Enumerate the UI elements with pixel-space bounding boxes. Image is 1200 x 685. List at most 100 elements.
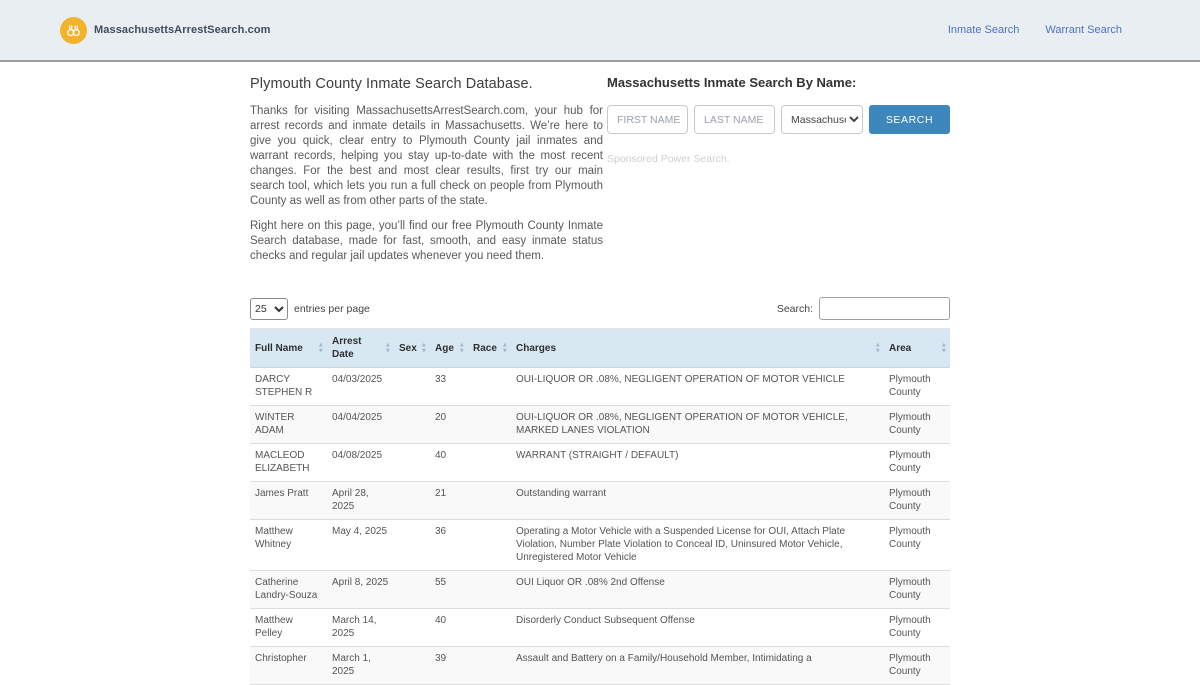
- cell-charges: WARRANT (STRAIGHT / DEFAULT): [511, 443, 884, 482]
- sort-arrows-icon: ▲ ▼: [501, 341, 508, 354]
- cell-arrest-date: April 8, 2025: [327, 570, 394, 609]
- cell-full-name: MACLEOD ELIZABETH: [250, 443, 327, 482]
- cell-arrest-date: March 1, 2025: [327, 646, 394, 685]
- cell-race: [468, 570, 511, 609]
- table-row: James Pratt April 28, 2025 21 Outstanding w…: [250, 481, 950, 520]
- cell-full-name: James Pratt: [250, 481, 327, 520]
- cell-area: Plymouth County: [884, 608, 950, 647]
- cell-sex: [394, 570, 430, 609]
- cell-age: 20: [430, 405, 468, 444]
- cell-age: 40: [430, 443, 468, 482]
- intro-paragraph-2: Right here on this page, you’ll find our…: [250, 220, 603, 262]
- search-form-heading: Massachusetts Inmate Search By Name:: [607, 75, 857, 90]
- cell-age: 21: [430, 481, 468, 520]
- brand-name: MassachusettsArrestSearch.com: [94, 24, 271, 36]
- cell-sex: [394, 608, 430, 647]
- sort-arrows-icon: ▲ ▼: [940, 341, 947, 354]
- sponsored-note: Sponsored Power Search.: [607, 153, 730, 165]
- column-header-full-name[interactable]: Full Name ▲ ▼: [250, 328, 327, 368]
- table-header-row: Full Name ▲ ▼ Arrest Date ▲ ▼ Sex ▲ ▼ Age ▲ ▼ Race ▲ ▼…: [250, 328, 950, 368]
- cell-full-name: Catherine Landry-Souza: [250, 570, 327, 609]
- column-label: Race: [473, 342, 497, 354]
- sort-arrows-icon: ▲ ▼: [317, 341, 324, 354]
- cell-arrest-date: March 14, 2025: [327, 608, 394, 647]
- intro-text-block: Plymouth County Inmate Search Database. …: [250, 70, 603, 274]
- cell-charges: OUI Liquor OR .08% 2nd Offense: [511, 570, 884, 609]
- table-row: WINTER ADAM 04/04/2025 20 OUI-LIQUOR OR .08…: [250, 405, 950, 444]
- entries-per-page-label: entries per page: [294, 302, 370, 315]
- table-row: Christopher March 1, 2025 39 Assault and Ba…: [250, 646, 950, 685]
- table-row: MACLEOD ELIZABETH 04/08/2025 40 WARRANT (ST…: [250, 443, 950, 482]
- column-header-area[interactable]: Area ▲ ▼: [884, 328, 950, 368]
- cell-race: [468, 405, 511, 444]
- column-label: Area: [889, 342, 912, 354]
- cell-arrest-date: May 4, 2025: [327, 519, 394, 571]
- site-header: MassachusettsArrestSearch.com Inmate Sea…: [0, 0, 1200, 62]
- column-label: Sex: [399, 342, 417, 354]
- column-label: Full Name: [255, 342, 303, 354]
- cell-charges: OUI-LIQUOR OR .08%, NEGLIGENT OPERATION …: [511, 367, 884, 406]
- intro-paragraph-1: Thanks for visiting MassachusettsArrestS…: [250, 105, 603, 207]
- table-controls: 25 entries per page Search:: [250, 297, 950, 320]
- column-label: Age: [435, 342, 454, 354]
- cell-race: [468, 443, 511, 482]
- state-select[interactable]: Massachusetts: [781, 105, 863, 134]
- cell-sex: [394, 405, 430, 444]
- inmate-table: Full Name ▲ ▼ Arrest Date ▲ ▼ Sex ▲ ▼ Age ▲ ▼ Race ▲ ▼…: [250, 328, 950, 685]
- nav-inmate-search[interactable]: Inmate Search: [948, 24, 1020, 36]
- inmate-table-body: DARCY STEPHEN R 04/03/2025 33 OUI-LIQUOR OR…: [250, 367, 950, 685]
- cell-arrest-date: April 28, 2025: [327, 481, 394, 520]
- cell-race: [468, 608, 511, 647]
- top-section: Plymouth County Inmate Search Database. …: [250, 70, 950, 274]
- cell-area: Plymouth County: [884, 481, 950, 520]
- main-content: Plymouth County Inmate Search Database. …: [250, 70, 950, 685]
- entries-per-page-select[interactable]: 25: [250, 297, 288, 320]
- table-search-label: Search:: [776, 302, 813, 315]
- table-row: Matthew Pelley March 14, 2025 40 Disorderly…: [250, 608, 950, 647]
- cell-sex: [394, 443, 430, 482]
- cell-area: Plymouth County: [884, 570, 950, 609]
- column-header-age[interactable]: Age ▲ ▼: [430, 328, 468, 368]
- column-label: Arrest Date: [332, 336, 362, 360]
- cell-race: [468, 519, 511, 571]
- sort-arrows-icon: ▲ ▼: [458, 341, 465, 354]
- cell-charges: Disorderly Conduct Subsequent Offense: [511, 608, 884, 647]
- brand-link[interactable]: MassachusettsArrestSearch.com: [60, 16, 271, 44]
- last-name-input[interactable]: [694, 105, 775, 134]
- cell-charges: Outstanding warrant: [511, 481, 884, 520]
- first-name-input[interactable]: [607, 105, 688, 134]
- handcuffs-logo-icon: [60, 16, 87, 44]
- table-row: DARCY STEPHEN R 04/03/2025 33 OUI-LIQUOR OR…: [250, 367, 950, 406]
- table-row: Matthew Whitney May 4, 2025 36 Operating a …: [250, 519, 950, 571]
- cell-charges: Assault and Battery on a Family/Househol…: [511, 646, 884, 685]
- table-row: Catherine Landry-Souza April 8, 2025 55 OUI…: [250, 570, 950, 609]
- column-header-charges[interactable]: Charges ▲ ▼: [511, 328, 884, 368]
- cell-area: Plymouth County: [884, 405, 950, 444]
- page-title: Plymouth County Inmate Search Database.: [250, 76, 533, 92]
- cell-age: 36: [430, 519, 468, 571]
- sort-arrows-icon: ▲ ▼: [874, 341, 881, 354]
- column-header-race[interactable]: Race ▲ ▼: [468, 328, 511, 368]
- nav-warrant-search[interactable]: Warrant Search: [1045, 24, 1122, 36]
- table-search-input[interactable]: [819, 297, 950, 320]
- column-header-sex[interactable]: Sex ▲ ▼: [394, 328, 430, 368]
- cell-area: Plymouth County: [884, 646, 950, 685]
- cell-age: 40: [430, 608, 468, 647]
- table-search: Search:: [777, 297, 950, 320]
- cell-full-name: WINTER ADAM: [250, 405, 327, 444]
- cell-arrest-date: 04/04/2025: [327, 405, 394, 444]
- cell-sex: [394, 481, 430, 520]
- main-nav: Inmate Search Warrant Search: [948, 24, 1122, 36]
- cell-race: [468, 646, 511, 685]
- column-header-arrest-date[interactable]: Arrest Date ▲ ▼: [327, 328, 394, 368]
- cell-age: 39: [430, 646, 468, 685]
- cell-charges: OUI-LIQUOR OR .08%, NEGLIGENT OPERATION …: [511, 405, 884, 444]
- cell-age: 33: [430, 367, 468, 406]
- cell-full-name: Matthew Whitney: [250, 519, 327, 571]
- cell-age: 55: [430, 570, 468, 609]
- name-search-form: Massachusetts Inmate Search By Name: Mas…: [607, 70, 950, 274]
- cell-full-name: Christopher: [250, 646, 327, 685]
- search-button[interactable]: SEARCH: [869, 105, 950, 134]
- cell-full-name: Matthew Pelley: [250, 608, 327, 647]
- cell-sex: [394, 367, 430, 406]
